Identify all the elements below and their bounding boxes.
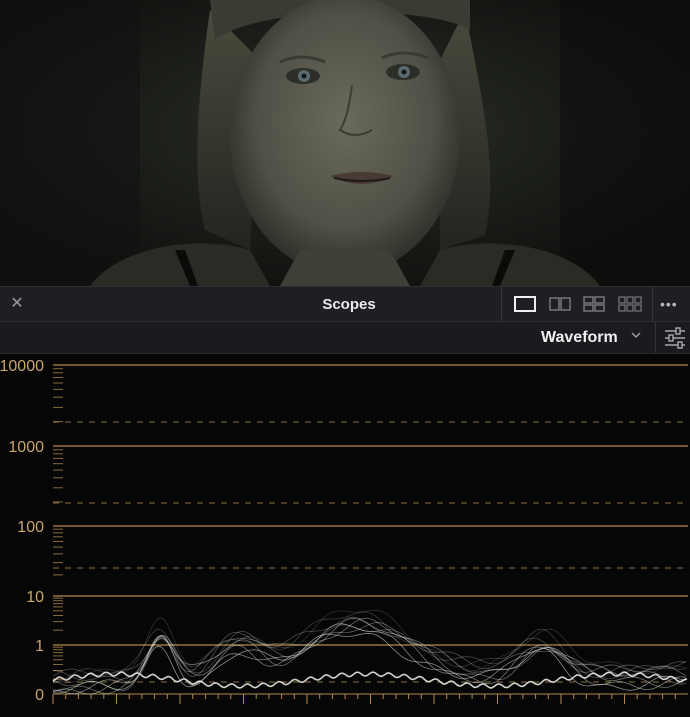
layout-grid-icon[interactable] xyxy=(618,296,642,312)
layout-quad-icon[interactable] xyxy=(583,296,605,312)
y-tick-label: 0 xyxy=(35,687,44,704)
waveform-trace xyxy=(52,622,687,692)
sliders-icon[interactable] xyxy=(655,322,690,353)
close-icon[interactable]: ✕ xyxy=(8,295,26,313)
waveform-trace xyxy=(52,609,687,683)
scope-toolbar: Waveform xyxy=(0,322,690,354)
viewer-image xyxy=(0,0,690,286)
waveform-trace xyxy=(52,616,687,679)
layout-single-icon[interactable] xyxy=(514,296,536,312)
more-options-icon[interactable]: ••• xyxy=(660,296,688,312)
y-tick-label: 10 xyxy=(26,589,44,606)
waveform-scope: 10000 1000 100 10 1 0 xyxy=(0,354,690,717)
waveform-trace xyxy=(52,611,687,684)
scope-mode-dropdown[interactable]: Waveform xyxy=(532,327,648,349)
panel-title: Scopes xyxy=(322,296,376,313)
scopes-header: ✕ Scopes ••• xyxy=(0,286,690,322)
waveform-plot: 1000010001001010 xyxy=(0,358,688,704)
chevron-down-icon xyxy=(631,332,641,339)
layout-dual-icon[interactable] xyxy=(549,296,571,312)
portrait-frame xyxy=(0,0,690,286)
y-tick-label: 1000 xyxy=(8,439,44,456)
scope-mode-label: Waveform xyxy=(541,329,618,346)
layout-toggle-group xyxy=(501,287,653,321)
y-tick-label: 100 xyxy=(17,519,44,536)
y-tick-label: 10000 xyxy=(0,358,44,375)
y-tick-label: 1 xyxy=(35,638,44,655)
waveform-trace xyxy=(52,617,687,695)
